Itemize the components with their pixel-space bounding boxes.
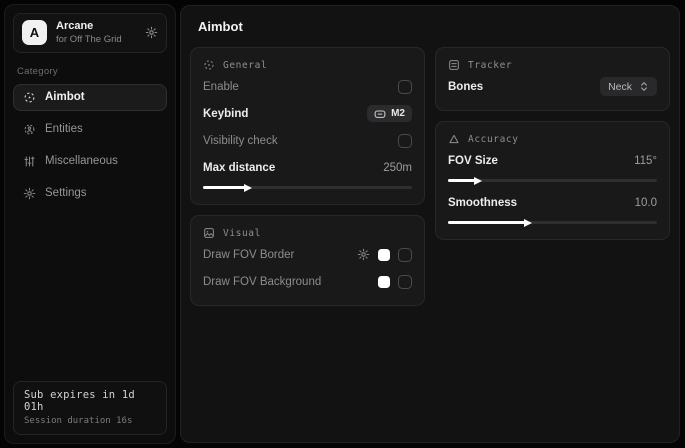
app-subtitle: for Off The Grid (56, 34, 136, 46)
fov-size-slider[interactable] (448, 179, 657, 182)
fov-border-color-swatch[interactable] (378, 249, 390, 261)
sidebar-item-label: Settings (45, 187, 87, 199)
category-label: Category (17, 66, 163, 77)
entities-scan-icon (23, 123, 36, 136)
card-header-label: Tracker (468, 60, 512, 71)
right-column: Tracker Bones Neck (435, 47, 670, 240)
smoothness-slider[interactable] (448, 221, 657, 224)
keybind-row: Keybind M2 (203, 102, 412, 125)
keybind-label: Keybind (203, 108, 248, 120)
slider-thumb[interactable] (474, 177, 482, 185)
fov-background-checkbox[interactable] (398, 275, 412, 289)
smoothness-value: 10.0 (635, 197, 657, 209)
draw-fov-background-row: Draw FOV Background (203, 270, 412, 293)
card-header-label: General (223, 60, 267, 71)
fov-size-label: FOV Size (448, 155, 498, 167)
subscription-info: Sub expires in 1d 01h Session duration 1… (13, 381, 167, 435)
max-distance-row: Max distance 250m (203, 156, 412, 179)
smoothness-row: Smoothness 10.0 (448, 191, 657, 214)
slider-thumb[interactable] (524, 219, 532, 227)
tracker-card: Tracker Bones Neck (435, 47, 670, 111)
visibility-check-label: Visibility check (203, 135, 278, 147)
visual-card: Visual Draw FOV Border (190, 215, 425, 306)
fov-size-value: 115° (634, 155, 657, 167)
app-header[interactable]: A Arcane for Off The Grid (13, 13, 167, 53)
sidebar-item-label: Miscellaneous (45, 155, 118, 167)
sidebar-item-aimbot[interactable]: Aimbot (13, 84, 167, 111)
max-distance-label: Max distance (203, 162, 275, 174)
visibility-check-row: Visibility check (203, 129, 412, 152)
left-column: General Enable Keybind (190, 47, 425, 306)
card-header-label: Accuracy (468, 134, 519, 145)
sidebar-item-entities[interactable]: Entities (13, 116, 167, 143)
bones-row: Bones Neck (448, 75, 657, 98)
sidebar-item-label: Entities (45, 123, 83, 135)
visibility-checkbox[interactable] (398, 134, 412, 148)
image-icon (203, 227, 215, 239)
slider-fill (448, 221, 525, 224)
app-names: Arcane for Off The Grid (56, 20, 136, 46)
fov-size-row: FOV Size 115° (448, 149, 657, 172)
draw-fov-background-label: Draw FOV Background (203, 276, 321, 288)
accuracy-card-header: Accuracy (448, 133, 657, 145)
enable-label: Enable (203, 81, 239, 93)
bones-label: Bones (448, 81, 483, 93)
enable-row: Enable (203, 75, 412, 98)
sub-expires-text: Sub expires in 1d 01h (24, 389, 156, 413)
gear-icon[interactable] (145, 26, 158, 39)
sidebar-item-settings[interactable]: Settings (13, 180, 167, 207)
bones-selected-value: Neck (608, 81, 632, 93)
visual-card-header: Visual (203, 227, 412, 239)
keybind-value: M2 (391, 108, 405, 119)
slider-fill (203, 186, 245, 189)
smoothness-label: Smoothness (448, 197, 517, 209)
general-card: General Enable Keybind (190, 47, 425, 205)
gear-icon[interactable] (357, 248, 370, 261)
max-distance-slider[interactable] (203, 186, 412, 189)
sidebar-item-miscellaneous[interactable]: Miscellaneous (13, 148, 167, 175)
unfold-icon (639, 81, 649, 92)
slider-thumb[interactable] (244, 184, 252, 192)
keybind-button[interactable]: M2 (367, 105, 412, 122)
sidebar: A Arcane for Off The Grid Category Aimbo… (4, 4, 176, 444)
accuracy-card: Accuracy FOV Size 115° Smoothness 10.0 (435, 121, 670, 240)
crosshair-icon (203, 59, 215, 71)
general-card-header: General (203, 59, 412, 71)
mouse-icon (374, 109, 386, 119)
fov-background-color-swatch[interactable] (378, 276, 390, 288)
list-box-icon (448, 59, 460, 71)
card-header-label: Visual (223, 228, 261, 239)
sidebar-item-label: Aimbot (45, 91, 85, 103)
gear-icon (23, 187, 36, 200)
session-duration-text: Session duration 16s (24, 416, 156, 426)
sliders-icon (23, 155, 36, 168)
fov-border-checkbox[interactable] (398, 248, 412, 262)
slider-fill (448, 179, 475, 182)
main-panel: Aimbot General Enable (180, 5, 680, 443)
page-title: Aimbot (181, 6, 679, 45)
bones-select[interactable]: Neck (600, 77, 657, 96)
draw-fov-background-controls (378, 275, 412, 289)
app-title: Arcane (56, 20, 136, 34)
enable-checkbox[interactable] (398, 80, 412, 94)
tracker-card-header: Tracker (448, 59, 657, 71)
draw-fov-border-row: Draw FOV Border (203, 243, 412, 266)
crosshair-icon (23, 91, 36, 104)
cards-area: General Enable Keybind (181, 45, 679, 308)
max-distance-value: 250m (383, 162, 412, 174)
draw-fov-border-controls (357, 248, 412, 262)
draw-fov-border-label: Draw FOV Border (203, 249, 294, 261)
app-logo: A (22, 20, 47, 45)
triangle-icon (448, 133, 460, 145)
